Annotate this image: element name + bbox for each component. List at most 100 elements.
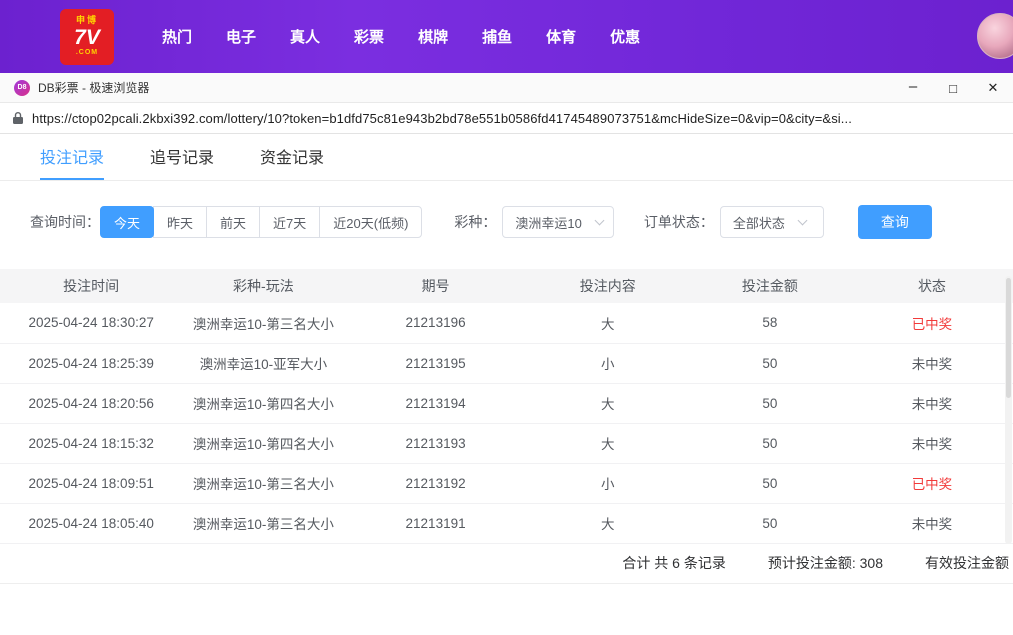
chevron-down-icon [594,216,604,226]
cell-issue: 21213196 [344,303,526,343]
summary-expected-amount: 预计投注金额: 308 [768,553,883,573]
cell-content: 大 [527,503,689,543]
tab-chase-records[interactable]: 追号记录 [150,134,214,180]
cell-status: 未中奖 [851,503,1013,543]
table-header-row: 投注时间 彩种-玩法 期号 投注内容 投注金额 状态 [0,269,1013,303]
nav-item-sports[interactable]: 体育 [546,26,576,47]
time-option-20days[interactable]: 近20天(低频) [319,206,422,238]
cell-time: 2025-04-24 18:25:39 [0,343,182,383]
cell-amount: 58 [689,303,851,343]
cell-status: 未中奖 [851,343,1013,383]
record-tabs: 投注记录 追号记录 资金记录 [0,134,1013,181]
table-row: 2025-04-24 18:20:56 澳洲幸运10-第四名大小 2121319… [0,383,1013,423]
user-avatar[interactable] [977,13,1013,59]
time-filter-label: 查询时间： [30,212,100,232]
time-option-yesterday[interactable]: 昨天 [153,206,207,238]
cell-amount: 50 [689,383,851,423]
url-text[interactable]: https://ctop02pcali.2kbxi392.com/lottery… [32,111,852,126]
time-filter-group: 今天 昨天 前天 近7天 近20天(低频) [100,206,422,238]
tab-bet-records[interactable]: 投注记录 [40,134,104,180]
main-nav: 热门 电子 真人 彩票 棋牌 捕鱼 体育 优惠 [162,26,640,47]
cell-content: 小 [527,343,689,383]
table-row: 2025-04-24 18:15:32 澳洲幸运10-第四名大小 2121319… [0,423,1013,463]
summary-valid-amount: 有效投注金额 [925,553,1009,573]
browser-titlebar: D8 DB彩票 - 极速浏览器 – □ ✕ [0,73,1013,103]
logo-badge-sub: .COM [76,49,98,57]
vertical-scrollbar[interactable] [1005,276,1012,544]
cell-time: 2025-04-24 18:05:40 [0,503,182,543]
cell-amount: 50 [689,343,851,383]
cell-amount: 50 [689,423,851,463]
search-button[interactable]: 查询 [858,205,932,239]
status-filter-label: 订单状态： [644,212,714,232]
filter-bar: 查询时间： 今天 昨天 前天 近7天 近20天(低频) 彩种： 澳洲幸运10 订… [30,205,1013,239]
cell-play: 澳洲幸运10-第四名大小 [182,423,344,463]
maximize-button[interactable]: □ [933,73,973,103]
window-controls: – □ ✕ [893,73,1013,103]
lottery-select-value: 澳洲幸运10 [515,213,581,232]
cell-content: 小 [527,463,689,503]
cell-time: 2025-04-24 18:20:56 [0,383,182,423]
table-row: 2025-04-24 18:25:39 澳洲幸运10-亚军大小 21213195… [0,343,1013,383]
time-option-day-before[interactable]: 前天 [206,206,260,238]
cell-amount: 50 [689,463,851,503]
nav-item-slots[interactable]: 电子 [226,26,256,47]
column-header-content: 投注内容 [527,269,689,303]
cell-status: 已中奖 [851,303,1013,343]
cell-issue: 21213193 [344,423,526,463]
nav-item-fishing[interactable]: 捕鱼 [482,26,512,47]
nav-item-chess[interactable]: 棋牌 [418,26,448,47]
cell-status: 未中奖 [851,423,1013,463]
column-header-play: 彩种-玩法 [182,269,344,303]
tab-fund-records[interactable]: 资金记录 [260,134,324,180]
cell-content: 大 [527,303,689,343]
cell-play: 澳洲幸运10-第三名大小 [182,503,344,543]
close-button[interactable]: ✕ [973,73,1013,103]
cell-issue: 21213194 [344,383,526,423]
url-bar[interactable]: https://ctop02pcali.2kbxi392.com/lottery… [0,103,1013,134]
nav-item-lottery[interactable]: 彩票 [354,26,384,47]
time-option-7days[interactable]: 近7天 [259,206,320,238]
cell-content: 大 [527,383,689,423]
summary-bar: 合计 共 6 条记录 预计投注金额: 308 有效投注金额 [0,544,1013,584]
lottery-filter-label: 彩种： [454,212,496,232]
logo-badge-main: 7V [74,26,100,49]
column-header-status: 状态 [851,269,1013,303]
order-status-value: 全部状态 [733,213,785,232]
table-row: 2025-04-24 18:05:40 澳洲幸运10-第三名大小 2121319… [0,503,1013,543]
table-row: 2025-04-24 18:09:51 澳洲幸运10-第三名大小 2121319… [0,463,1013,503]
cell-status: 未中奖 [851,383,1013,423]
site-topbar: 申博 7V .COM 热门 电子 真人 彩票 棋牌 捕鱼 体育 优惠 [0,0,1013,73]
cell-time: 2025-04-24 18:15:32 [0,423,182,463]
nav-item-live[interactable]: 真人 [290,26,320,47]
cell-play: 澳洲幸运10-第三名大小 [182,303,344,343]
scrollbar-thumb[interactable] [1006,278,1011,398]
bet-records-table: 投注时间 彩种-玩法 期号 投注内容 投注金额 状态 2025-04-24 18… [0,269,1013,544]
cell-play: 澳洲幸运10-亚军大小 [182,343,344,383]
site-logo[interactable]: 申博 7V .COM [60,9,114,65]
cell-issue: 21213191 [344,503,526,543]
cell-issue: 21213195 [344,343,526,383]
window-title: DB彩票 - 极速浏览器 [38,79,149,96]
cell-time: 2025-04-24 18:09:51 [0,463,182,503]
chevron-down-icon [797,216,807,226]
nav-item-hot[interactable]: 热门 [162,26,192,47]
summary-record-count: 合计 共 6 条记录 [622,553,725,573]
table-row: 2025-04-24 18:30:27 澳洲幸运10-第三名大小 2121319… [0,303,1013,343]
order-status-select[interactable]: 全部状态 [720,206,824,238]
column-header-time: 投注时间 [0,269,182,303]
browser-favicon: D8 [14,80,30,96]
logo-badge-top: 申博 [76,16,98,26]
column-header-amount: 投注金额 [689,269,851,303]
lock-icon [12,111,24,125]
cell-time: 2025-04-24 18:30:27 [0,303,182,343]
cell-status: 已中奖 [851,463,1013,503]
time-option-today[interactable]: 今天 [100,206,154,238]
lottery-select[interactable]: 澳洲幸运10 [502,206,613,238]
cell-amount: 50 [689,503,851,543]
minimize-button[interactable]: – [893,73,933,103]
cell-play: 澳洲幸运10-第四名大小 [182,383,344,423]
column-header-issue: 期号 [344,269,526,303]
cell-issue: 21213192 [344,463,526,503]
nav-item-promo[interactable]: 优惠 [610,26,640,47]
